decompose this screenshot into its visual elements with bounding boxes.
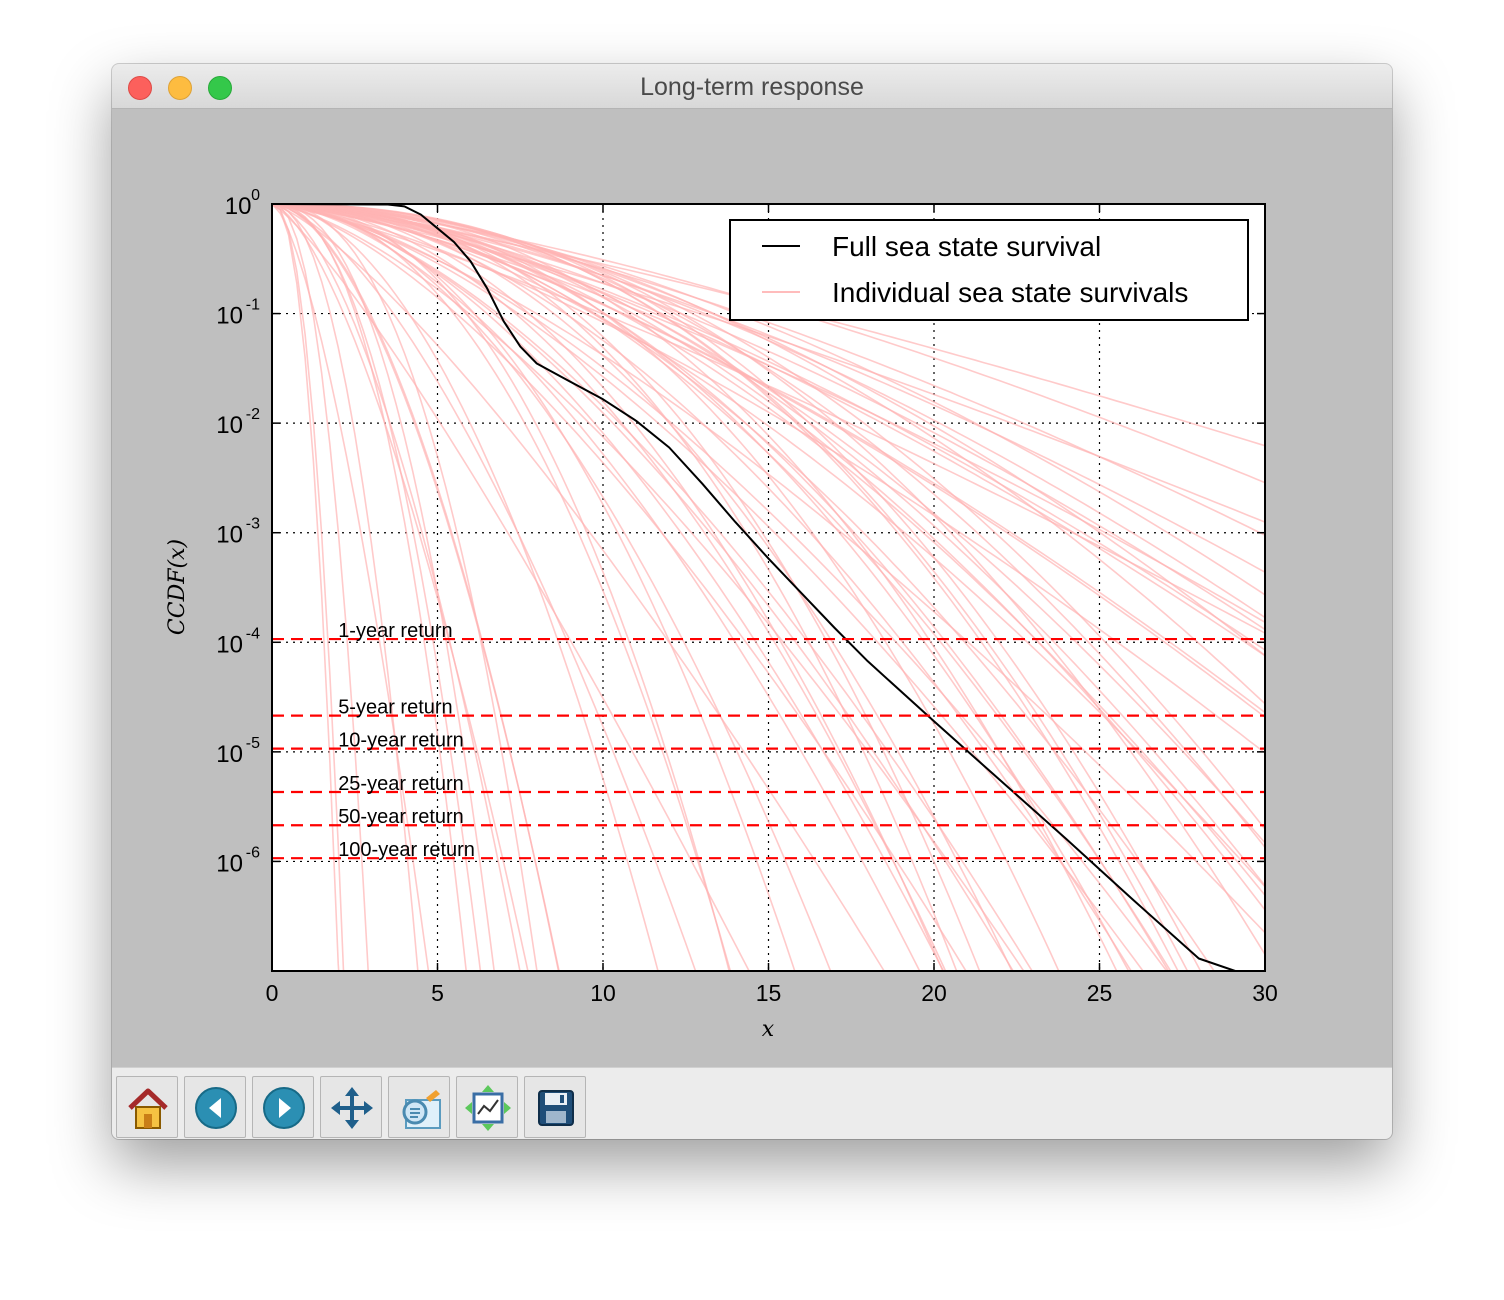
y-tick-label: -610 (216, 844, 260, 877)
legend-label: Individual sea state survivals (832, 277, 1188, 308)
y-tick-label: -210 (216, 406, 260, 439)
chart[interactable]: 1-year return 5-year return 10-year return… (112, 109, 1392, 1067)
forward-icon (263, 1087, 305, 1129)
home-icon (128, 1088, 168, 1129)
y-tick-base: 10 (216, 412, 243, 439)
back-icon (195, 1087, 237, 1129)
y-tick-exponent: 0 (251, 187, 260, 204)
zoom-icon (402, 1090, 441, 1129)
x-tick-label: 20 (921, 980, 947, 1006)
y-tick-base: 10 (225, 193, 252, 220)
y-tick-base: 10 (216, 303, 243, 330)
y-tick-exponent: -1 (246, 297, 260, 314)
x-tick-label: 10 (590, 980, 616, 1006)
return-level-label: 10-year return (338, 730, 464, 752)
return-level-label: 1-year return (338, 620, 453, 642)
save-button[interactable] (524, 1076, 586, 1138)
forward-button[interactable] (252, 1076, 314, 1138)
y-tick-base: 10 (216, 522, 243, 549)
pan-button[interactable] (320, 1076, 382, 1138)
y-axis-label: CCDF(x) (165, 539, 190, 635)
return-level-label: 100-year return (338, 839, 475, 861)
y-tick-exponent: -2 (246, 406, 260, 423)
navigation-toolbar (112, 1067, 1392, 1139)
y-tick-label: -110 (216, 297, 260, 330)
x-tick-label: 25 (1087, 980, 1113, 1006)
subplots-icon (465, 1085, 511, 1131)
save-icon (538, 1090, 574, 1126)
return-level-label: 50-year return (338, 806, 464, 828)
zoom-button[interactable] (388, 1076, 450, 1138)
return-level-label: 25-year return (338, 773, 464, 795)
subplots-button[interactable] (456, 1076, 518, 1138)
home-button[interactable] (116, 1076, 178, 1138)
y-tick-label: -510 (216, 735, 260, 768)
figure-canvas[interactable]: 1-year return 5-year return 10-year return… (112, 109, 1392, 1067)
y-tick-exponent: -4 (246, 625, 260, 642)
return-level-label: 5-year return (338, 697, 453, 719)
window-title: Long-term response (640, 73, 864, 101)
x-tick-label: 30 (1252, 980, 1278, 1006)
x-tick-label: 0 (266, 980, 279, 1006)
legend-label: Full sea state survival (832, 231, 1101, 262)
y-tick-exponent: -6 (246, 844, 260, 861)
y-tick-base: 10 (216, 741, 243, 768)
y-tick-label: 010 (225, 187, 260, 220)
x-tick-label: 15 (756, 980, 782, 1006)
legend: Full sea state survival Individual sea st… (729, 219, 1249, 321)
title-bar[interactable]: Long-term response (112, 64, 1392, 109)
y-tick-base: 10 (216, 631, 243, 658)
y-tick-exponent: -3 (246, 516, 260, 533)
x-tick-label: 5 (431, 980, 444, 1006)
y-tick-label: -310 (216, 516, 260, 549)
pan-icon (331, 1087, 373, 1129)
x-axis-label: x (762, 1017, 775, 1042)
y-tick-label: -410 (216, 625, 260, 658)
y-tick-exponent: -5 (246, 735, 260, 752)
y-tick-base: 10 (216, 850, 243, 877)
back-button[interactable] (184, 1076, 246, 1138)
app-window: Long-term response 1-year return 5-year r… (112, 64, 1392, 1139)
